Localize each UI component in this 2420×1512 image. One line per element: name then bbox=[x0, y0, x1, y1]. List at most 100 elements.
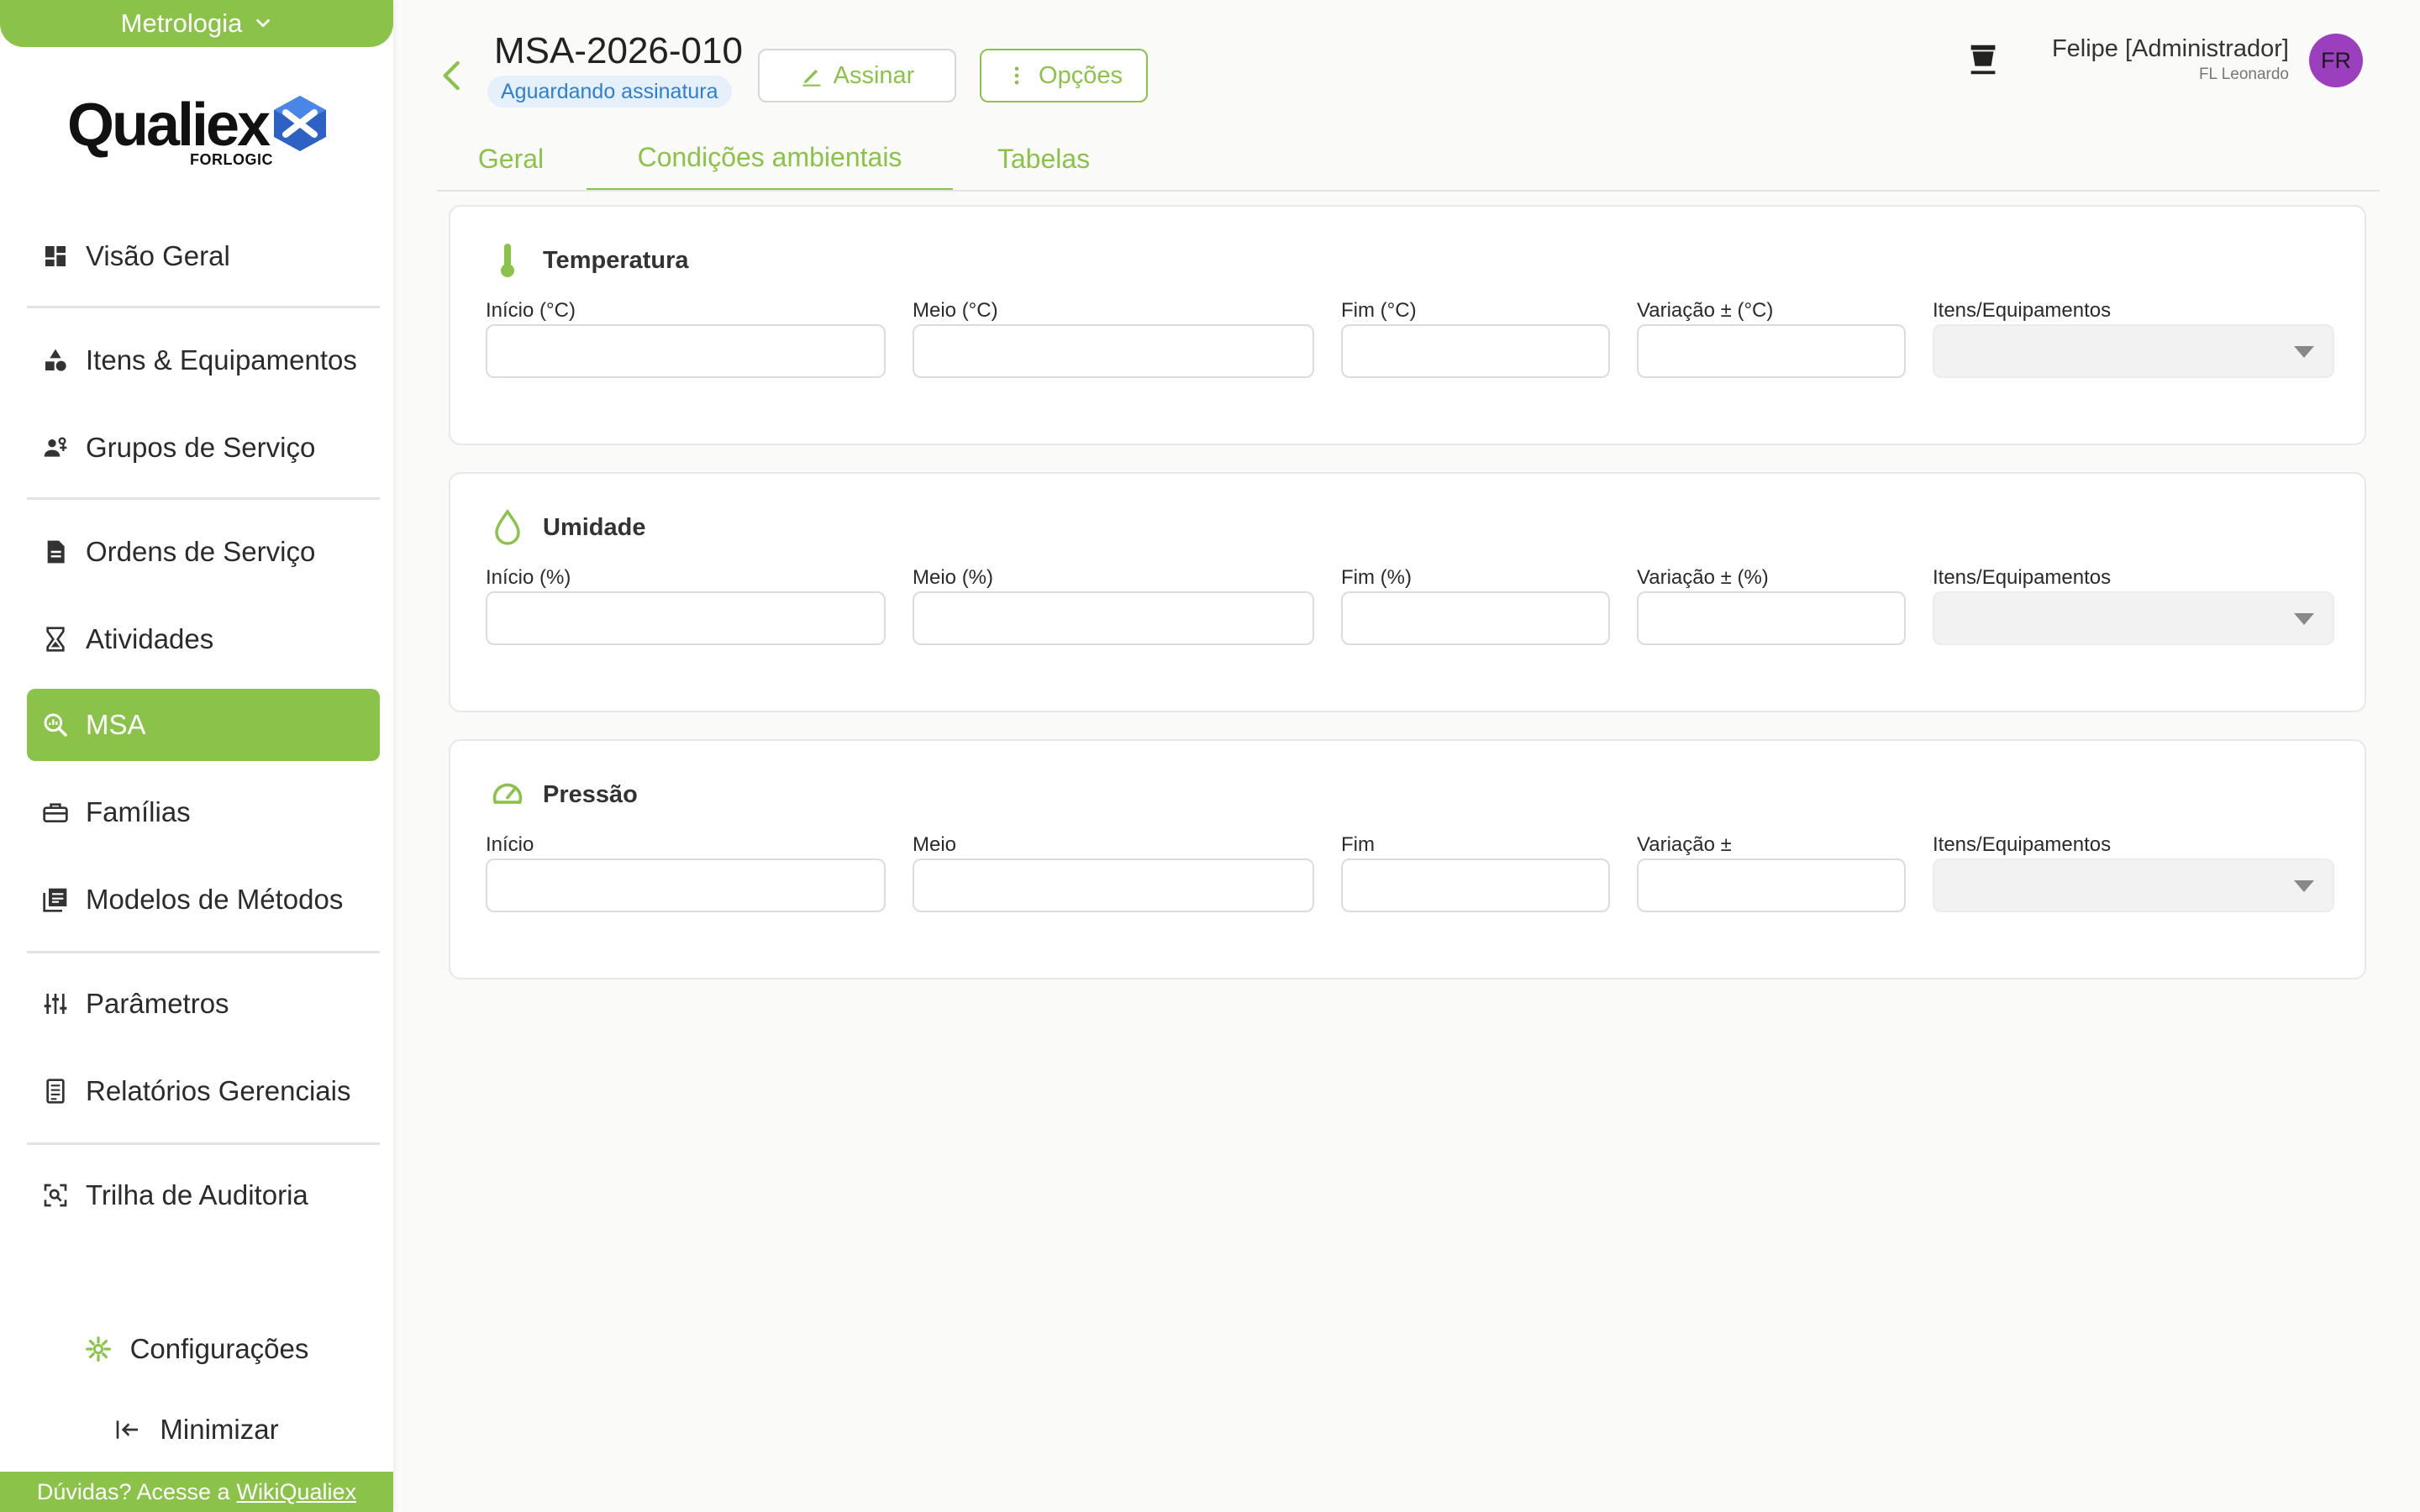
nav-divider bbox=[27, 1142, 380, 1145]
gauge-icon bbox=[492, 783, 523, 804]
page-title: MSA-2026-010 bbox=[494, 30, 743, 71]
pressure-end-input[interactable] bbox=[1341, 858, 1610, 912]
field-label: Meio (°C) bbox=[913, 299, 998, 322]
humidity-equipment-select[interactable] bbox=[1933, 591, 2334, 645]
more-vertical-icon bbox=[1014, 66, 1019, 85]
sidebar-item-trilha-auditoria[interactable]: Trilha de Auditoria bbox=[27, 1159, 380, 1231]
field-label: Variação ± bbox=[1637, 833, 1732, 856]
zoom-chart-icon bbox=[44, 713, 67, 737]
tabs-divider bbox=[437, 190, 2380, 192]
logo-mark-icon bbox=[274, 96, 326, 151]
humidity-variation-input[interactable] bbox=[1637, 591, 1906, 645]
temperature-variation-input[interactable] bbox=[1637, 324, 1906, 378]
sidebar-item-itens-equipamentos[interactable]: Itens & Equipamentos bbox=[27, 324, 380, 396]
collapse-left-icon bbox=[117, 1420, 139, 1439]
module-selector[interactable]: Metrologia bbox=[0, 0, 393, 47]
humidity-start-input[interactable] bbox=[486, 591, 886, 645]
card-title: Temperatura bbox=[543, 246, 689, 274]
tab-geral[interactable]: Geral bbox=[454, 126, 568, 192]
nav-divider bbox=[27, 306, 380, 308]
field-label: Fim (%) bbox=[1341, 566, 1412, 589]
field-label: Início (%) bbox=[486, 566, 571, 589]
shapes-icon bbox=[45, 349, 66, 371]
nav-divider bbox=[27, 497, 380, 500]
card-header: Umidade bbox=[491, 509, 645, 546]
field-label: Meio (%) bbox=[913, 566, 994, 589]
avatar[interactable]: FR bbox=[2309, 34, 2363, 87]
temperature-start-input[interactable] bbox=[486, 324, 886, 378]
dashboard-icon bbox=[45, 246, 66, 266]
qualiex-logo: Qualiex FORLOGIC bbox=[67, 91, 328, 170]
back-arrow-icon[interactable] bbox=[435, 57, 469, 94]
sliders-icon bbox=[44, 994, 67, 1014]
chevron-down-icon bbox=[256, 18, 271, 28]
temperature-equipment-select[interactable] bbox=[1933, 324, 2334, 378]
field-label: Fim bbox=[1341, 833, 1375, 856]
pressure-equipment-select[interactable] bbox=[1933, 858, 2334, 912]
field-label: Variação ± (%) bbox=[1637, 566, 1769, 589]
sidebar-item-msa[interactable]: MSA bbox=[27, 689, 380, 761]
field-label: Início (°C) bbox=[486, 299, 576, 322]
pressure-variation-input[interactable] bbox=[1637, 858, 1906, 912]
thermometer-icon bbox=[501, 244, 514, 277]
group-icon bbox=[44, 437, 67, 457]
sidebar-item-grupos-servico[interactable]: Grupos de Serviço bbox=[27, 412, 380, 484]
sidebar-item-familias[interactable]: Famílias bbox=[27, 776, 380, 848]
sidebar-item-ordens-servico[interactable]: Ordens de Serviço bbox=[27, 516, 380, 588]
help-bar: Dúvidas? Acesse a WikiQualiex bbox=[0, 1472, 393, 1512]
nav-divider bbox=[27, 951, 380, 953]
field-label: Itens/Equipamentos bbox=[1933, 299, 2112, 322]
tab-tabelas[interactable]: Tabelas bbox=[975, 126, 1113, 192]
humidity-card: Umidade Início (%) Meio (%) Fim (%) Vari… bbox=[449, 472, 2366, 712]
user-name[interactable]: Felipe [Administrador] bbox=[2052, 35, 2289, 63]
sidebar-item-atividades[interactable]: Atividades bbox=[27, 603, 380, 675]
droplet-icon bbox=[495, 509, 520, 545]
settings-label: Configurações bbox=[129, 1333, 309, 1364]
minimize-label: Minimizar bbox=[160, 1414, 279, 1445]
field-label: Fim (°C) bbox=[1341, 299, 1417, 322]
coffee-icon[interactable] bbox=[1965, 40, 2003, 79]
toolbox-icon bbox=[43, 803, 68, 822]
pressure-card: Pressão Início Meio Fim Variação ± Itens… bbox=[449, 739, 2366, 979]
gear-icon bbox=[85, 1336, 111, 1362]
temperature-middle-input[interactable] bbox=[913, 324, 1314, 378]
sidebar-item-relatorios[interactable]: Relatórios Gerenciais bbox=[27, 1055, 380, 1127]
temperature-end-input[interactable] bbox=[1341, 324, 1610, 378]
options-button[interactable]: Opções bbox=[980, 49, 1148, 102]
pressure-start-input[interactable] bbox=[486, 858, 886, 912]
wiki-link[interactable]: WikiQualiex bbox=[237, 1479, 357, 1505]
hourglass-icon bbox=[46, 627, 65, 652]
field-label: Itens/Equipamentos bbox=[1933, 566, 2112, 589]
help-text: Dúvidas? Acesse a bbox=[36, 1478, 230, 1504]
caret-down-icon bbox=[2294, 346, 2314, 358]
settings-button[interactable]: Configurações bbox=[0, 1324, 393, 1374]
report-icon bbox=[46, 1079, 65, 1104]
humidity-middle-input[interactable] bbox=[913, 591, 1314, 645]
sign-button[interactable]: Assinar bbox=[758, 49, 956, 102]
minimize-button[interactable]: Minimizar bbox=[0, 1404, 393, 1455]
sidebar-item-parametros[interactable]: Parâmetros bbox=[27, 968, 380, 1040]
humidity-end-input[interactable] bbox=[1341, 591, 1610, 645]
field-label: Meio bbox=[913, 833, 957, 856]
library-icon bbox=[43, 888, 67, 912]
module-label: Metrologia bbox=[120, 8, 243, 38]
caret-down-icon bbox=[2294, 613, 2314, 625]
card-title: Pressão bbox=[543, 780, 638, 808]
sidebar: Metrologia Qualiex FORLOGIC Visão Geral … bbox=[0, 0, 393, 1512]
tab-condicoes-ambientais[interactable]: Condições ambientais bbox=[587, 126, 953, 192]
field-label: Itens/Equipamentos bbox=[1933, 833, 2112, 856]
caret-down-icon bbox=[2294, 880, 2314, 892]
temperature-card: Temperatura Início (°C) Meio (°C) Fim (°… bbox=[449, 205, 2366, 445]
card-header: Pressão bbox=[491, 776, 638, 813]
pressure-middle-input[interactable] bbox=[913, 858, 1314, 912]
document-icon bbox=[47, 540, 65, 564]
card-header: Temperatura bbox=[491, 242, 689, 279]
field-label: Início bbox=[486, 833, 534, 856]
field-label: Variação ± (°C) bbox=[1637, 299, 1774, 322]
card-title: Umidade bbox=[543, 513, 646, 541]
status-badge: Aguardando assinatura bbox=[487, 76, 732, 108]
signature-icon bbox=[802, 70, 821, 87]
sidebar-item-visao-geral[interactable]: Visão Geral bbox=[27, 220, 380, 292]
user-company: FL Leonardo bbox=[2198, 66, 2289, 83]
sidebar-item-modelos-metodos[interactable]: Modelos de Métodos bbox=[27, 864, 380, 936]
